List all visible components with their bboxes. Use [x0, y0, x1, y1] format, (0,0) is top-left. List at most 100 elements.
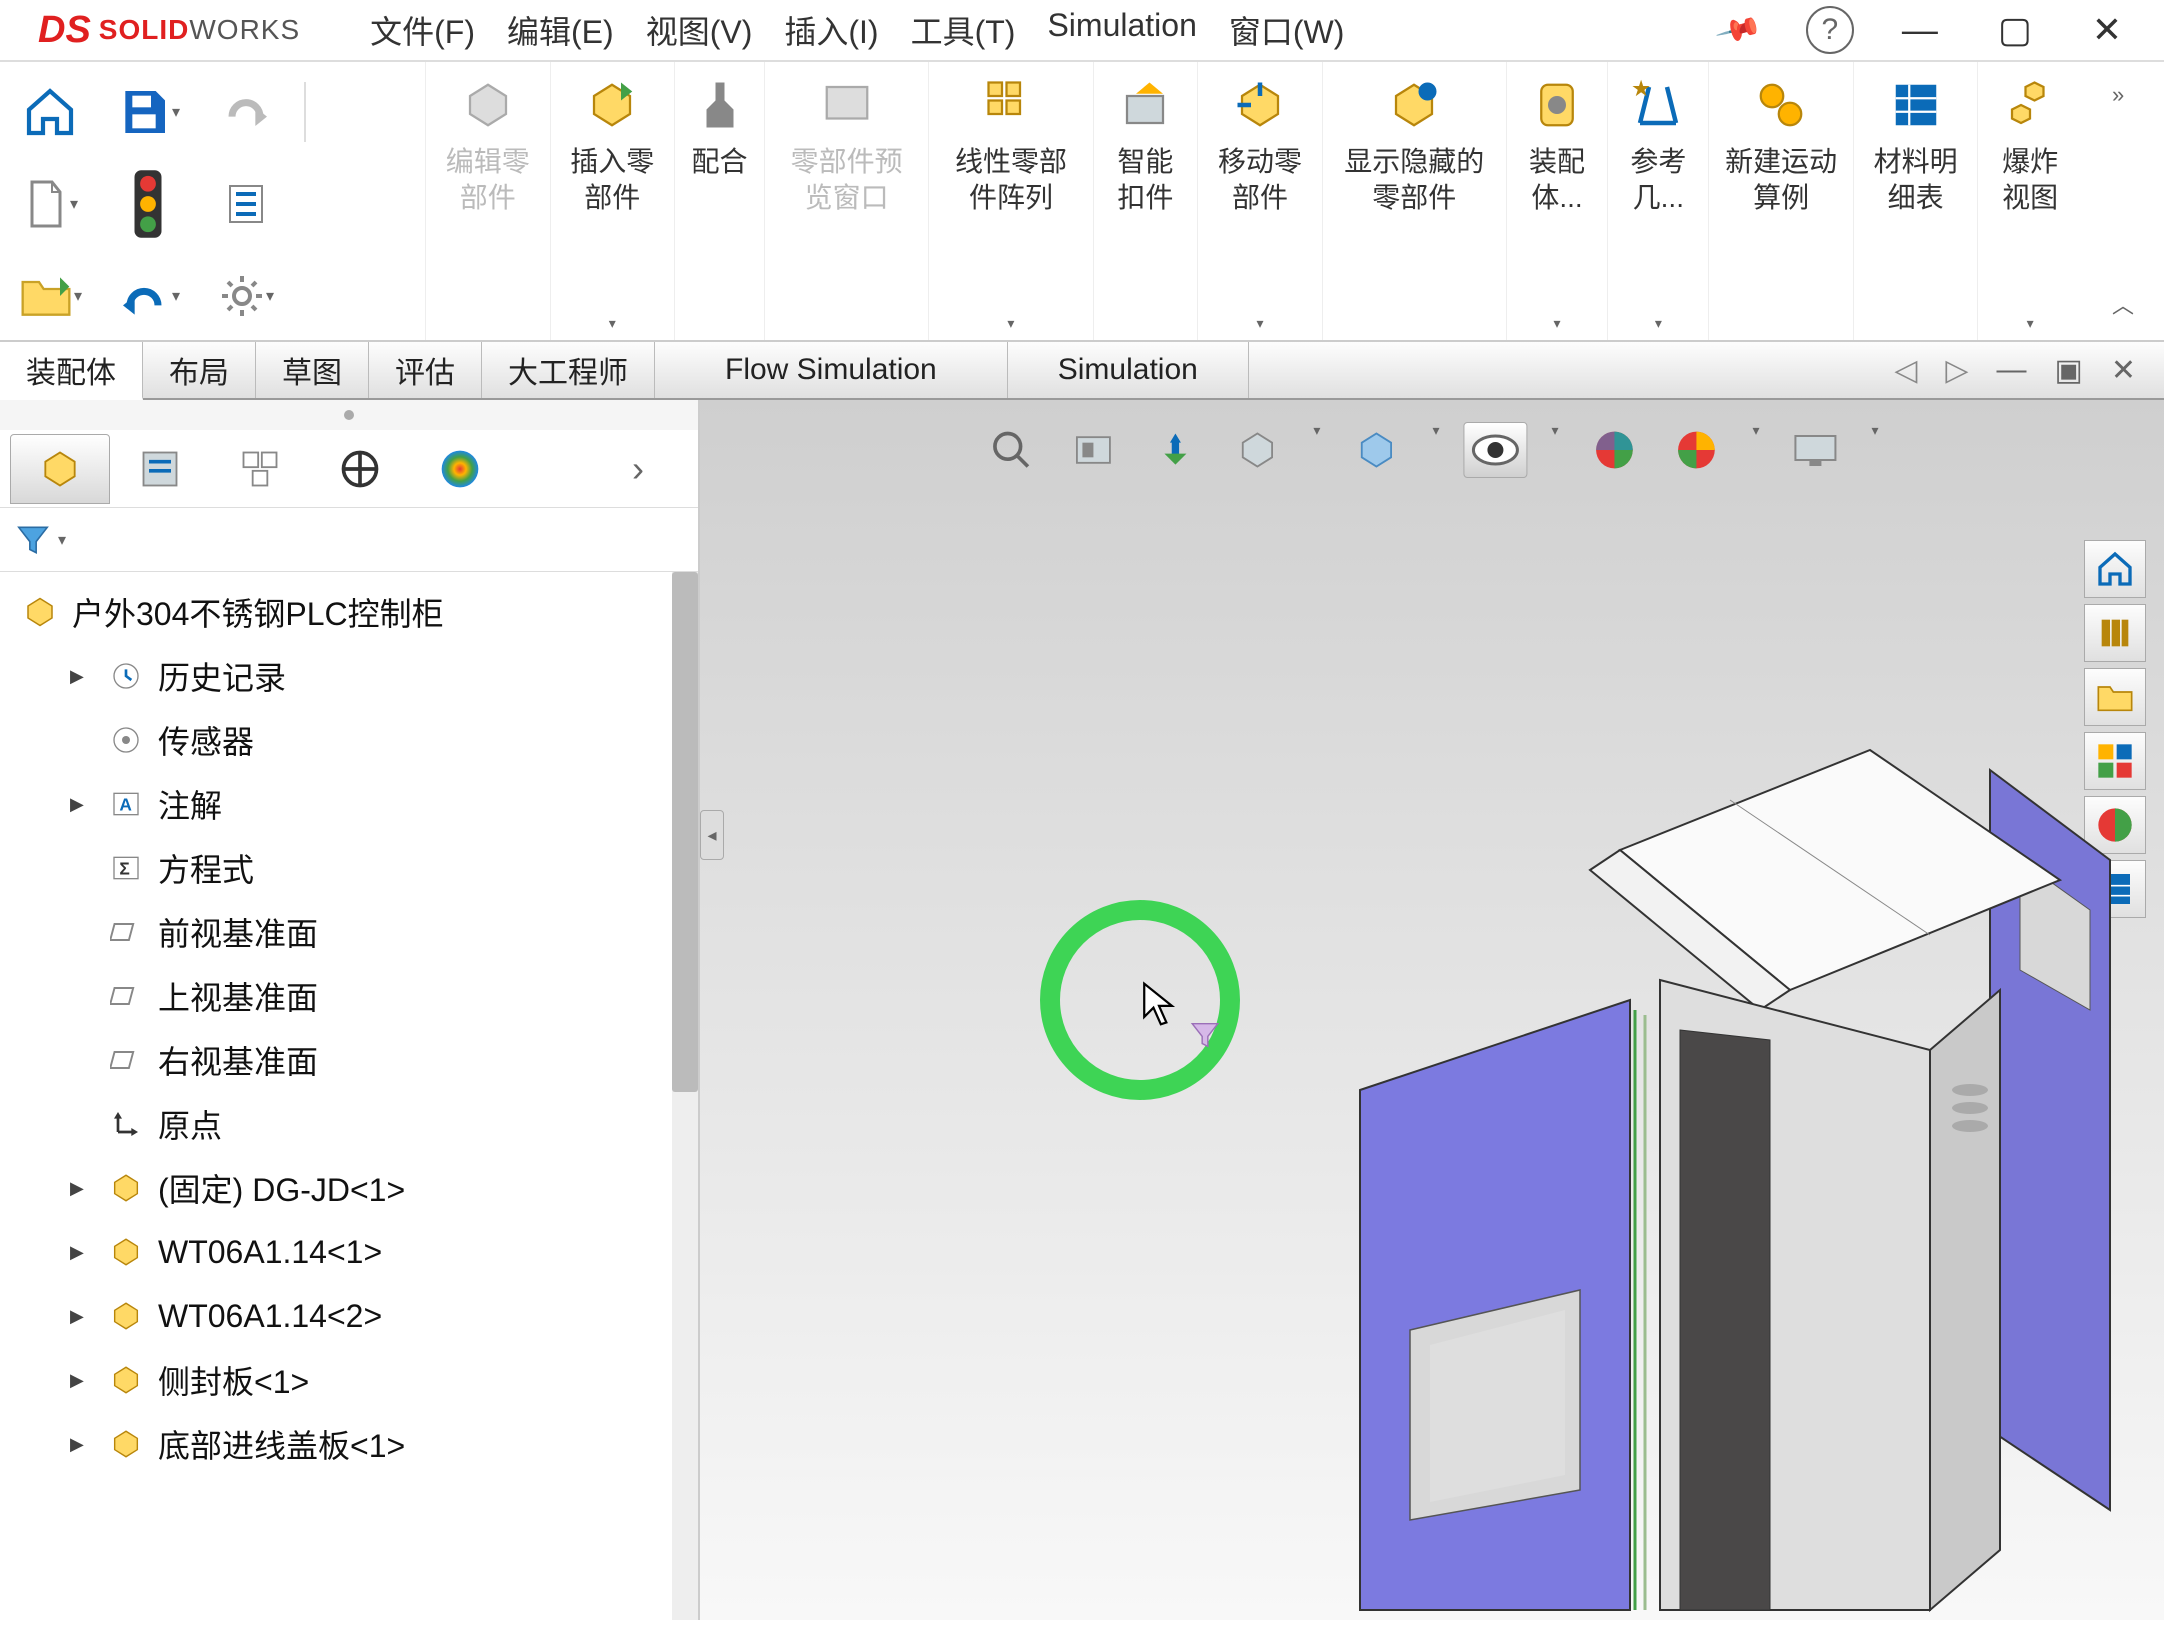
menu-file[interactable]: 文件(F) [370, 7, 475, 53]
home-icon[interactable] [2084, 540, 2146, 598]
expand-right-icon[interactable]: » [2112, 82, 2134, 108]
menu-simulation[interactable]: Simulation [1047, 7, 1196, 53]
scene-icon[interactable] [1665, 422, 1729, 478]
tree-annotations[interactable]: ▶ A 注解 [0, 772, 698, 836]
property-manager-tab[interactable] [110, 434, 210, 504]
window-minimize-icon[interactable]: — [1997, 353, 2027, 387]
expand-panel-icon[interactable]: › [588, 434, 688, 504]
display-style-icon[interactable] [1463, 422, 1527, 478]
appearance-ball-icon[interactable] [1583, 422, 1647, 478]
section-view-icon[interactable] [1225, 422, 1289, 478]
open-button[interactable]: ▾ [10, 261, 90, 331]
configuration-tab[interactable] [210, 434, 310, 504]
library-icon[interactable] [2084, 604, 2146, 662]
window-close-icon[interactable]: ✕ [2111, 353, 2136, 388]
expand-arrow-icon[interactable]: ▶ [70, 1178, 94, 1199]
dropdown-icon[interactable]: ▾ [1307, 422, 1326, 478]
feature-tree-tab[interactable] [10, 434, 110, 504]
dropdown-icon[interactable]: ▾ [1747, 422, 1766, 478]
settings-button[interactable]: ▾ [206, 261, 286, 331]
dropdown-icon[interactable]: ▾ [1866, 422, 1885, 478]
dropdown-icon[interactable]: ▾ [1007, 315, 1014, 332]
tree-right-plane[interactable]: 右视基准面 [0, 1028, 698, 1092]
help-icon[interactable]: ? [1806, 6, 1854, 54]
maximize-button[interactable]: ▢ [1998, 9, 2032, 51]
zoom-area-icon[interactable] [1061, 422, 1125, 478]
minimize-button[interactable]: — [1902, 9, 1938, 51]
options-button[interactable] [206, 169, 286, 239]
tree-part-2[interactable]: ▶ WT06A1.14<1> [0, 1220, 698, 1284]
dropdown-icon[interactable]: ▾ [2027, 315, 2034, 332]
dropdown-icon[interactable]: ▾ [1545, 422, 1564, 478]
tab-layout[interactable]: 布局 [143, 342, 256, 398]
panel-splitter[interactable]: ◂ [700, 810, 724, 860]
expand-arrow-icon[interactable]: ▶ [70, 1306, 94, 1327]
previous-view-icon[interactable] [1143, 422, 1207, 478]
tab-sketch[interactable]: 草图 [256, 342, 369, 398]
dim-xpert-tab[interactable] [310, 434, 410, 504]
tree-scrollbar[interactable] [672, 572, 698, 1620]
tree-origin[interactable]: 原点 [0, 1092, 698, 1156]
assembly-feature-tool[interactable]: 装配体... ▾ [1506, 62, 1607, 340]
expand-arrow-icon[interactable]: ▶ [70, 1370, 94, 1391]
menu-view[interactable]: 视图(V) [646, 7, 753, 53]
move-component-tool[interactable]: 移动零部件 ▾ [1197, 62, 1322, 340]
tab-flow-simulation[interactable]: Flow Simulation [655, 342, 1008, 398]
file-explorer-icon[interactable] [2084, 668, 2146, 726]
dropdown-icon[interactable]: ▾ [1655, 315, 1662, 332]
menu-edit[interactable]: 编辑(E) [507, 7, 614, 53]
new-button[interactable]: ▾ [10, 169, 90, 239]
preview-window-tool[interactable]: 零部件预览窗口 [764, 62, 928, 340]
3d-model[interactable] [1230, 730, 2130, 1630]
menu-insert[interactable]: 插入(I) [784, 7, 878, 53]
traffic-light-icon[interactable] [108, 169, 188, 239]
panel-drag-handle[interactable] [0, 400, 698, 430]
menu-window[interactable]: 窗口(W) [1229, 7, 1345, 53]
dropdown-icon[interactable]: ▾ [1256, 315, 1263, 332]
mate-tool[interactable]: 配合 [674, 62, 764, 340]
show-hidden-tool[interactable]: 显示隐藏的零部件 [1322, 62, 1506, 340]
next-window-icon[interactable]: ▷ [1945, 353, 1968, 388]
close-button[interactable]: ✕ [2092, 9, 2122, 51]
expand-arrow-icon[interactable]: ▶ [70, 794, 94, 815]
tree-equations[interactable]: Σ 方程式 [0, 836, 698, 900]
graphics-viewport[interactable]: ▾ ▾ ▾ ▾ ▾ [700, 400, 2164, 1620]
edit-component-tool[interactable]: 编辑零部件 [425, 62, 550, 340]
view-orientation-icon[interactable] [1344, 422, 1408, 478]
window-restore-icon[interactable]: ▣ [2055, 353, 2083, 388]
bom-tool[interactable]: 材料明细表 [1853, 62, 1978, 340]
tree-sensors[interactable]: 传感器 [0, 708, 698, 772]
prev-window-icon[interactable]: ◁ [1894, 353, 1917, 388]
scrollbar-thumb[interactable] [672, 572, 698, 1092]
appearance-tab[interactable] [410, 434, 510, 504]
linear-pattern-tool[interactable]: 线性零部件阵列 ▾ [928, 62, 1092, 340]
tab-evaluate[interactable]: 评估 [369, 342, 482, 398]
home-button[interactable] [10, 77, 90, 147]
insert-component-tool[interactable]: 插入零部件 ▾ [550, 62, 675, 340]
filter-button[interactable]: ▾ [14, 521, 66, 559]
reference-geometry-tool[interactable]: ★ 参考几... ▾ [1607, 62, 1708, 340]
tab-simulation[interactable]: Simulation [1008, 342, 1249, 398]
tree-history[interactable]: ▶ 历史记录 [0, 644, 698, 708]
tree-part-3[interactable]: ▶ WT06A1.14<2> [0, 1284, 698, 1348]
tree-part-5[interactable]: ▶ 底部进线盖板<1> [0, 1412, 698, 1476]
tab-engineer[interactable]: 大工程师 [482, 342, 655, 398]
dropdown-icon[interactable]: ▾ [1554, 315, 1561, 332]
tree-part-1[interactable]: ▶ (固定) DG-JD<1> [0, 1156, 698, 1220]
expand-arrow-icon[interactable]: ▶ [70, 1242, 94, 1263]
render-icon[interactable] [1784, 422, 1848, 478]
collapse-ribbon-icon[interactable]: ︿ [2112, 288, 2134, 320]
menu-tools[interactable]: 工具(T) [911, 7, 1016, 53]
tree-top-plane[interactable]: 上视基准面 [0, 964, 698, 1028]
smart-fastener-tool[interactable]: 智能扣件 [1093, 62, 1198, 340]
dropdown-icon[interactable]: ▾ [609, 315, 616, 332]
redo-button[interactable] [206, 77, 286, 147]
tab-assembly[interactable]: 装配体 [0, 342, 143, 400]
pin-icon[interactable]: 📌 [1714, 6, 1764, 55]
dropdown-icon[interactable]: ▾ [1426, 422, 1445, 478]
zoom-fit-icon[interactable] [979, 422, 1043, 478]
expand-arrow-icon[interactable]: ▶ [70, 1434, 94, 1455]
exploded-view-tool[interactable]: 爆炸视图 ▾ [1977, 62, 2082, 340]
motion-study-tool[interactable]: 新建运动算例 [1708, 62, 1852, 340]
tree-root[interactable]: 户外304不锈钢PLC控制柜 [0, 580, 698, 644]
